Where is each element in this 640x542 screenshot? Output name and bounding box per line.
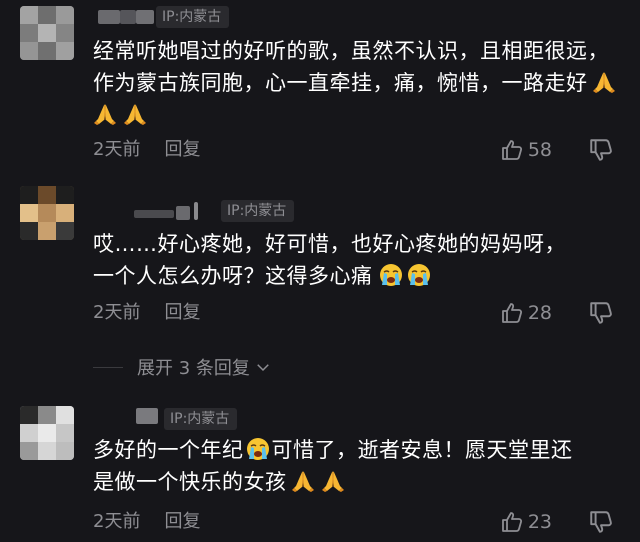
- timestamp: 2天前: [93, 511, 141, 532]
- ip-location-badge: IP:内蒙古: [164, 408, 238, 430]
- comment-text-segment: 可惜了，逝者安息！愿天堂里还: [271, 438, 573, 462]
- like-button[interactable]: 23: [500, 509, 552, 535]
- pray-emoji: [321, 469, 345, 493]
- comment-item: IP:内蒙古 多好的一个年纪 可惜了，逝者安息！愿天堂里还 是做一个快乐的女孩 2…: [0, 0, 640, 542]
- avatar[interactable]: [20, 406, 74, 460]
- thumbs-down-icon[interactable]: [588, 509, 614, 535]
- username[interactable]: [136, 404, 164, 424]
- pray-emoji: [291, 469, 315, 493]
- reply-button[interactable]: 回复: [164, 511, 200, 532]
- comment-text-segment: 多好的一个年纪: [93, 438, 244, 462]
- crying-emoji: [246, 437, 270, 461]
- thumbs-up-icon: [500, 510, 524, 534]
- comment-text-segment: 是做一个快乐的女孩: [93, 470, 287, 494]
- comment-text: 多好的一个年纪 可惜了，逝者安息！愿天堂里还 是做一个快乐的女孩: [93, 434, 623, 498]
- comment-meta: 2天前 回复: [93, 510, 200, 534]
- like-count: 23: [527, 511, 552, 533]
